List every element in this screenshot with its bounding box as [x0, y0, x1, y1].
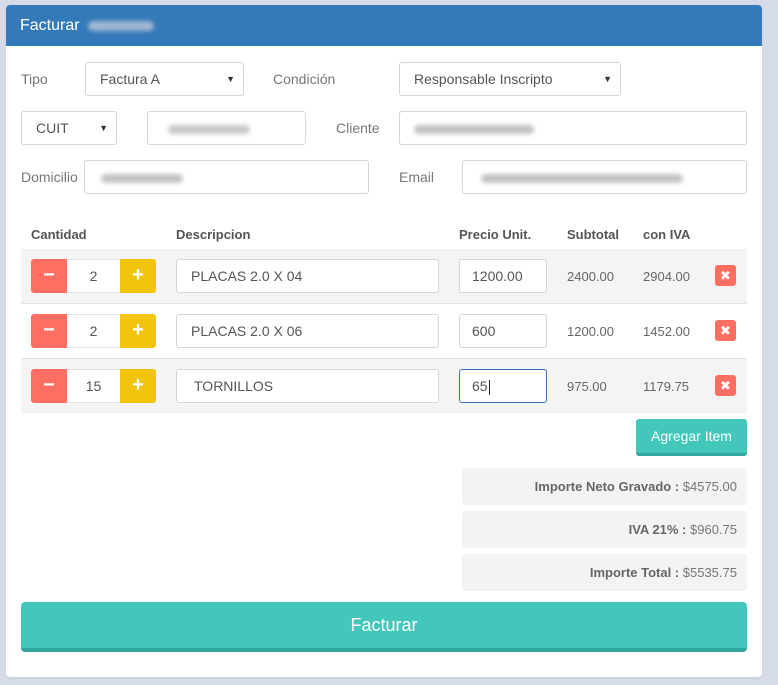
- times-icon: ✖: [720, 378, 731, 393]
- invoice-panel: Facturar Tipo Factura A ▼ Condición Resp…: [6, 5, 762, 677]
- descripcion-input[interactable]: PLACAS 2.0 X 06: [176, 314, 439, 348]
- tipo-select-value: Factura A: [100, 71, 160, 87]
- condicion-select-value: Responsable Inscripto: [414, 71, 553, 87]
- neto-gravado-box: Importe Neto Gravado : $4575.00: [462, 468, 747, 505]
- col-header-subtotal: Subtotal: [567, 227, 619, 242]
- quantity-field[interactable]: 2: [67, 259, 120, 293]
- iva-label: IVA 21% :: [628, 522, 687, 537]
- delete-row-button[interactable]: ✖: [715, 265, 736, 286]
- text-cursor: [488, 379, 490, 395]
- quantity-field[interactable]: 15: [67, 369, 120, 403]
- cuit-input[interactable]: [147, 111, 306, 145]
- con-iva-value: 1179.75: [643, 379, 690, 394]
- redacted-email: [481, 173, 683, 183]
- condicion-select[interactable]: Responsable Inscripto ▼: [399, 62, 621, 96]
- increment-button[interactable]: +: [120, 369, 156, 403]
- precio-input[interactable]: 1200.00: [459, 259, 547, 293]
- caret-down-icon: ▼: [226, 74, 235, 84]
- subtotal-value: 975.00: [567, 379, 607, 394]
- panel-header: Facturar: [6, 5, 762, 46]
- quantity-field[interactable]: 2: [67, 314, 120, 348]
- descripcion-input[interactable]: TORNILLOS: [176, 369, 439, 403]
- col-header-precio: Precio Unit.: [459, 227, 532, 242]
- iva-box: IVA 21% : $960.75: [462, 511, 747, 548]
- delete-row-button[interactable]: ✖: [715, 375, 736, 396]
- importe-total-label: Importe Total :: [589, 565, 680, 580]
- con-iva-value: 1452.00: [643, 324, 690, 339]
- domicilio-label: Domicilio: [21, 169, 78, 185]
- importe-total-box: Importe Total : $5535.75: [462, 554, 747, 591]
- col-header-con-iva: con IVA: [643, 227, 691, 242]
- tipo-select[interactable]: Factura A ▼: [85, 62, 244, 96]
- redacted-cliente: [414, 124, 534, 134]
- precio-input-value: 65: [472, 378, 488, 394]
- delete-row-button[interactable]: ✖: [715, 320, 736, 341]
- redacted-cuit: [168, 124, 250, 134]
- cliente-label: Cliente: [336, 120, 380, 136]
- iva-value: $960.75: [690, 522, 737, 537]
- decrement-button[interactable]: −: [31, 369, 67, 403]
- email-input[interactable]: [462, 160, 747, 194]
- col-header-cantidad: Cantidad: [31, 227, 87, 242]
- redacted-domicilio: [101, 173, 183, 183]
- email-label: Email: [399, 169, 435, 185]
- doc-type-select[interactable]: CUIT ▼: [21, 111, 117, 145]
- increment-button[interactable]: +: [120, 314, 156, 348]
- decrement-button[interactable]: −: [31, 259, 67, 293]
- increment-button[interactable]: +: [120, 259, 156, 293]
- condicion-label: Condición: [273, 71, 336, 87]
- cliente-input[interactable]: [399, 111, 747, 145]
- con-iva-value: 2904.00: [643, 269, 690, 284]
- caret-down-icon: ▼: [99, 123, 108, 133]
- panel-title: Facturar: [20, 17, 80, 34]
- redacted-header-text: [88, 21, 154, 31]
- domicilio-input[interactable]: [84, 160, 369, 194]
- decrement-button[interactable]: −: [31, 314, 67, 348]
- tipo-label: Tipo: [21, 71, 48, 87]
- doc-type-value: CUIT: [36, 120, 69, 136]
- subtotal-value: 1200.00: [567, 324, 614, 339]
- descripcion-input[interactable]: PLACAS 2.0 X 04: [176, 259, 439, 293]
- col-header-descripcion: Descripcion: [176, 227, 251, 242]
- times-icon: ✖: [720, 268, 731, 283]
- caret-down-icon: ▼: [603, 74, 612, 84]
- precio-input[interactable]: 600: [459, 314, 547, 348]
- times-icon: ✖: [720, 323, 731, 338]
- add-item-button[interactable]: Agregar Item: [636, 419, 747, 456]
- neto-gravado-label: Importe Neto Gravado :: [534, 479, 680, 494]
- subtotal-value: 2400.00: [567, 269, 614, 284]
- precio-input-focused[interactable]: 65: [459, 369, 547, 403]
- importe-total-value: $5535.75: [682, 565, 737, 580]
- facturar-button[interactable]: Facturar: [21, 602, 747, 652]
- neto-gravado-value: $4575.00: [682, 479, 737, 494]
